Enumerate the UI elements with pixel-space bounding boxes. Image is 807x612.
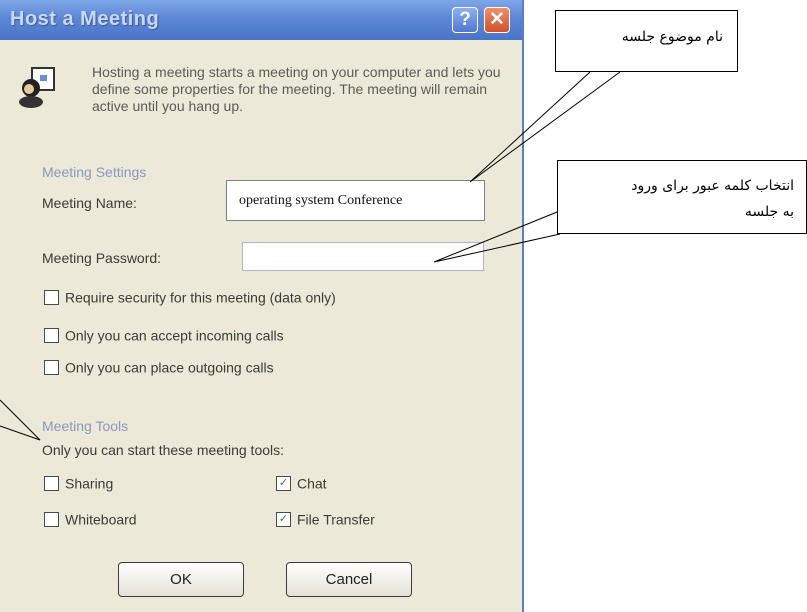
password-callout-line1: انتخاب کلمه عبور برای ورود: [631, 178, 794, 194]
meeting-name-callout: نام موضوع جلسه: [555, 10, 738, 72]
meeting-name-callout-text: نام موضوع جلسه: [621, 29, 723, 45]
password-callout: انتخاب کلمه عبور برای ورود به جلسه: [557, 160, 807, 234]
callout-leader-lines: [0, 71, 621, 441]
password-callout-line2: به جلسه: [744, 204, 794, 220]
